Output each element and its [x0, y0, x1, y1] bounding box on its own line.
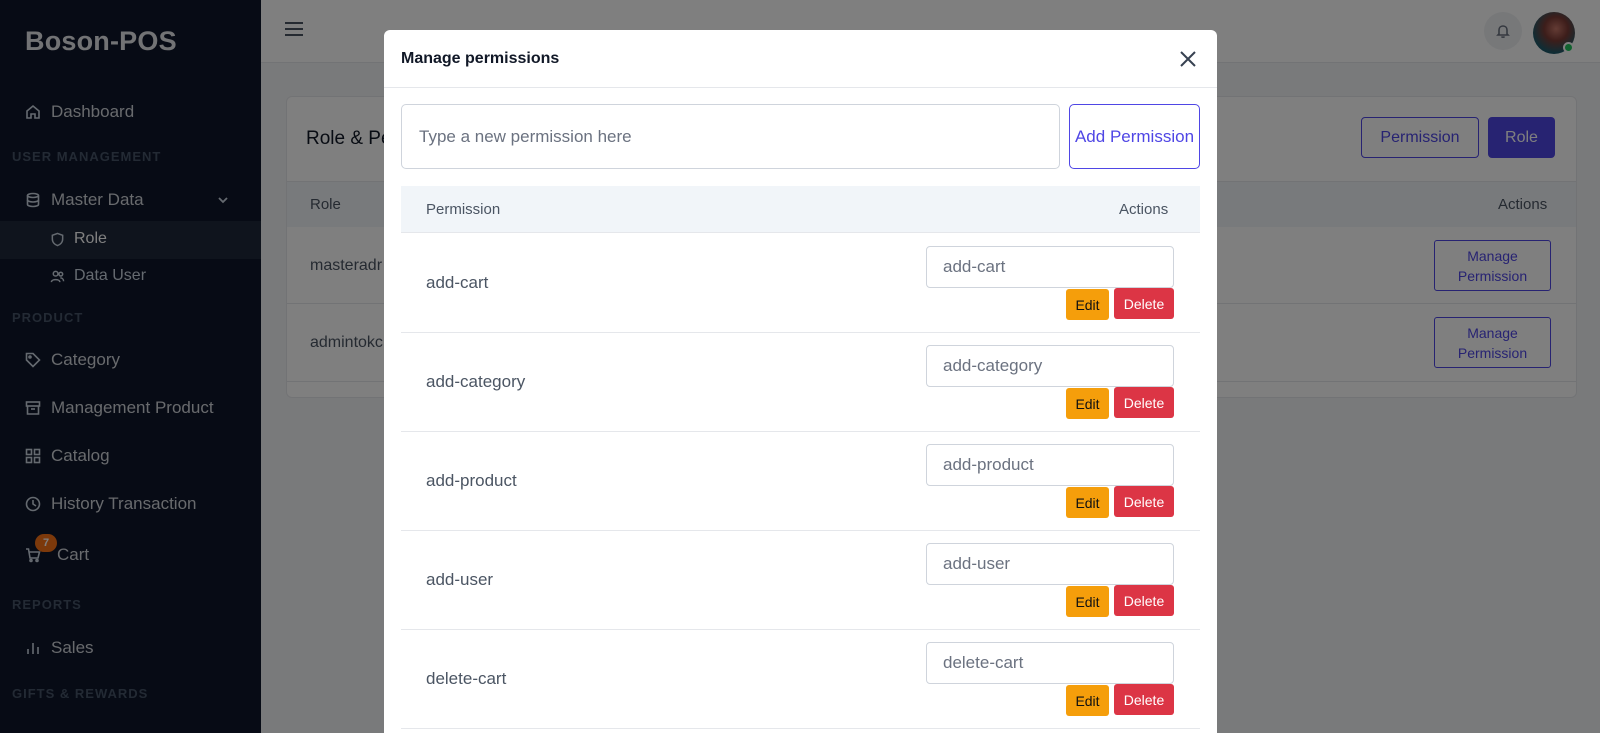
permission-edit-input[interactable] [926, 642, 1174, 684]
permission-name: add-user [426, 570, 494, 589]
permission-name: add-product [426, 471, 517, 490]
close-button[interactable] [1178, 49, 1198, 69]
table-row: add-cart Edit Delete [401, 234, 1200, 333]
edit-button[interactable]: Edit [1066, 487, 1109, 518]
modal-header: Manage permissions [384, 30, 1217, 88]
edit-button[interactable]: Edit [1066, 586, 1109, 617]
add-permission-button[interactable]: Add Permission [1069, 104, 1200, 169]
modal-title: Manage permissions [401, 50, 560, 67]
delete-button[interactable]: Delete [1114, 585, 1174, 616]
edit-button[interactable]: Edit [1066, 289, 1109, 320]
column-header-actions: Actions [1119, 201, 1169, 218]
permission-edit-input[interactable] [926, 543, 1174, 585]
permission-name: add-category [426, 372, 526, 391]
edit-button[interactable]: Edit [1066, 685, 1109, 716]
permissions-table-header: Permission Actions [401, 186, 1200, 233]
permission-edit-input[interactable] [926, 246, 1174, 288]
manage-permissions-modal: Manage permissions Add Permission Permis… [384, 30, 1217, 733]
permission-name: add-cart [426, 273, 489, 292]
table-row: add-user Edit Delete [401, 531, 1200, 630]
delete-button[interactable]: Delete [1114, 486, 1174, 517]
delete-button[interactable]: Delete [1114, 387, 1174, 418]
permission-edit-input[interactable] [926, 444, 1174, 486]
table-row: delete-cart Edit Delete [401, 630, 1200, 729]
table-row: add-category Edit Delete [401, 333, 1200, 432]
delete-button[interactable]: Delete [1114, 684, 1174, 715]
permission-edit-input[interactable] [926, 345, 1174, 387]
column-header-permission: Permission [426, 201, 501, 218]
table-row: add-product Edit Delete [401, 432, 1200, 531]
close-icon [1180, 51, 1196, 67]
delete-button[interactable]: Delete [1114, 288, 1174, 319]
permission-name: delete-cart [426, 669, 507, 688]
new-permission-input[interactable] [401, 104, 1060, 169]
edit-button[interactable]: Edit [1066, 388, 1109, 419]
